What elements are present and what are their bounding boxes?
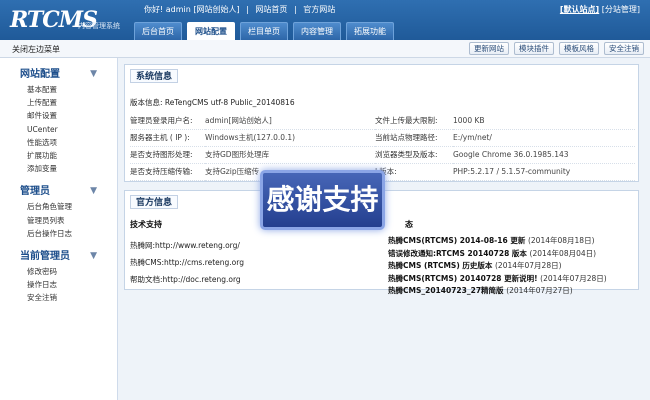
sidebar-section-admins: 管理员 ▼ 后台角色管理 管理员列表 后台操作日志 bbox=[0, 183, 117, 240]
chevron-down-icon: ▼ bbox=[90, 69, 97, 79]
main-tabs: 后台首页 网站配置 栏目单页 内容管理 拓展功能 bbox=[134, 22, 394, 40]
logo-subtitle: 内容管理系统 bbox=[78, 22, 120, 30]
sidebar-item-roles[interactable]: 后台角色管理 bbox=[0, 200, 117, 213]
sidebar-item-ucenter[interactable]: UCenter bbox=[0, 123, 117, 136]
support-link[interactable]: 帮助文档:http://doc.reteng.org bbox=[130, 271, 370, 288]
sub-toolbar: 关闭左边菜单 更新网站 模块插件 模板风格 安全注销 bbox=[0, 40, 650, 58]
tab-columns[interactable]: 栏目单页 bbox=[240, 22, 288, 40]
news-item[interactable]: 热腾CMS_20140723_27精简版 (2014年07月27日) bbox=[388, 285, 607, 298]
sidebar-title[interactable]: 当前管理员 ▼ bbox=[0, 248, 117, 265]
sidebar-title[interactable]: 管理员 ▼ bbox=[0, 183, 117, 200]
news-heading: 态 bbox=[405, 220, 413, 229]
sidebar-item-mail-settings[interactable]: 邮件设置 bbox=[0, 109, 117, 122]
official-info-title: 官方信息 bbox=[130, 195, 179, 209]
system-info-panel: 系统信息 版本信息: ReTengCMS utf-8 Public_201408… bbox=[124, 64, 639, 182]
separator: | bbox=[246, 5, 249, 14]
system-info-title: 系统信息 bbox=[130, 69, 179, 83]
table-row: 管理员登录用户名: admin[网站创始人] 文件上传最大限制: 1000 KB bbox=[130, 112, 635, 130]
branch-site-link[interactable]: [分站管理] bbox=[602, 5, 640, 14]
news-item[interactable]: 热腾CMS(RTCMS) 2014-08-16 更新 (2014年08月18日) bbox=[388, 235, 607, 248]
toolbar-buttons: 更新网站 模块插件 模板风格 安全注销 bbox=[469, 42, 644, 55]
sidebar-item-extensions[interactable]: 扩展功能 bbox=[0, 149, 117, 162]
tab-site-config[interactable]: 网站配置 bbox=[187, 22, 235, 40]
chevron-down-icon: ▼ bbox=[90, 250, 97, 261]
sidebar-section-site-config: 网站配置 ▼ 基本配置 上传配置 邮件设置 UCenter 性能选项 扩展功能 添… bbox=[0, 66, 117, 175]
close-sidebar-link[interactable]: 关闭左边菜单 bbox=[12, 44, 60, 55]
thanks-popup[interactable]: 感谢支持 bbox=[260, 170, 385, 230]
news-item[interactable]: 热腾CMS(RTCMS) 20140728 更新说明! (2014年07月28日… bbox=[388, 273, 607, 286]
site-links: [默认站点] [分站管理] bbox=[560, 4, 640, 15]
sidebar: 网站配置 ▼ 基本配置 上传配置 邮件设置 UCenter 性能选项 扩展功能 添… bbox=[0, 58, 118, 400]
support-link[interactable]: 热腾CMS:http://cms.reteng.org bbox=[130, 254, 370, 271]
table-row: 服务器主机 ( IP ): Windows主机(127.0.0.1) 当前站点物… bbox=[130, 129, 635, 147]
table-row: 是否支持图形处理: 支持GD图形处理库 浏览器类型及版本: Google Chr… bbox=[130, 146, 635, 164]
tab-extensions[interactable]: 拓展功能 bbox=[346, 22, 394, 40]
sidebar-item-admin-list[interactable]: 管理员列表 bbox=[0, 214, 117, 227]
sidebar-section-current-admin: 当前管理员 ▼ 修改密码 操作日志 安全注销 bbox=[0, 248, 117, 305]
news-item[interactable]: 错误修改通知:RTCMS 20140728 版本 (2014年08月04日) bbox=[388, 248, 607, 261]
update-site-button[interactable]: 更新网站 bbox=[469, 42, 509, 55]
sidebar-item-admin-log[interactable]: 后台操作日志 bbox=[0, 227, 117, 240]
tab-content[interactable]: 内容管理 bbox=[293, 22, 341, 40]
sidebar-item-add-variable[interactable]: 添加变量 bbox=[0, 162, 117, 175]
sidebar-title[interactable]: 网站配置 ▼ bbox=[0, 66, 117, 83]
sidebar-item-upload-config[interactable]: 上传配置 bbox=[0, 96, 117, 109]
greeting: 你好! admin [网站创始人] bbox=[144, 5, 240, 14]
top-info: 你好! admin [网站创始人] | 网站首页 | 官方网站 bbox=[144, 4, 339, 15]
logout-button[interactable]: 安全注销 bbox=[604, 42, 644, 55]
version-line: 版本信息: ReTengCMS utf-8 Public_20140816 bbox=[130, 98, 295, 107]
tab-home[interactable]: 后台首页 bbox=[134, 22, 182, 40]
sidebar-item-change-password[interactable]: 修改密码 bbox=[0, 265, 117, 278]
sidebar-item-logout[interactable]: 安全注销 bbox=[0, 291, 117, 304]
default-site-link[interactable]: [默认站点] bbox=[560, 5, 599, 14]
header: RTCMS 内容管理系统 你好! admin [网站创始人] | 网站首页 | … bbox=[0, 0, 650, 40]
templates-button[interactable]: 模板风格 bbox=[559, 42, 599, 55]
official-link[interactable]: 官方网站 bbox=[303, 5, 335, 14]
modules-button[interactable]: 模块插件 bbox=[514, 42, 554, 55]
chevron-down-icon: ▼ bbox=[90, 186, 97, 197]
support-link[interactable]: 热腾网:http://www.reteng.org/ bbox=[130, 237, 370, 254]
separator: | bbox=[293, 5, 297, 14]
home-link[interactable]: 网站首页 bbox=[255, 5, 287, 14]
news-list: 热腾CMS(RTCMS) 2014-08-16 更新 (2014年08月18日)… bbox=[388, 235, 607, 298]
sidebar-item-operation-log[interactable]: 操作日志 bbox=[0, 278, 117, 291]
news-item[interactable]: 热腾CMS (RTCMS) 历史版本 (2014年07月28日) bbox=[388, 260, 607, 273]
sidebar-item-performance[interactable]: 性能选项 bbox=[0, 136, 117, 149]
support-links: 热腾网:http://www.reteng.org/ 热腾CMS:http://… bbox=[130, 237, 370, 288]
sidebar-item-basic-config[interactable]: 基本配置 bbox=[0, 83, 117, 96]
